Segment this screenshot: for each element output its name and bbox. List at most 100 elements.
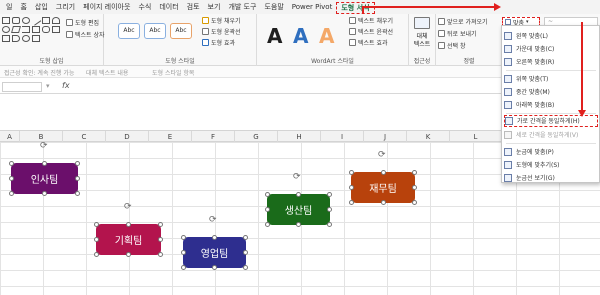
wordart-preset-1[interactable]: A: [267, 24, 282, 48]
brace-shape-icon[interactable]: [32, 35, 40, 42]
resize-handle[interactable]: [181, 265, 186, 270]
resize-handle[interactable]: [265, 192, 270, 197]
tab-shape-format[interactable]: 도형 서식: [336, 1, 375, 14]
resize-handle[interactable]: [327, 192, 332, 197]
menu-item-align-middle[interactable]: 중간 맞춤(M): [504, 86, 598, 98]
resize-handle[interactable]: [412, 170, 417, 175]
resize-handle[interactable]: [265, 222, 270, 227]
shape-style-preset-2[interactable]: Abc: [144, 23, 166, 39]
fx-icon[interactable]: fx: [62, 81, 70, 90]
resize-handle[interactable]: [9, 161, 14, 166]
tab-developer[interactable]: 개발 도구: [224, 0, 260, 14]
resize-handle[interactable]: [243, 235, 248, 240]
team-box[interactable]: 영업팀: [183, 237, 246, 268]
team-box[interactable]: 재무팀: [351, 172, 415, 203]
text-outline-button[interactable]: 텍스트 윤곽선: [349, 27, 393, 36]
resize-handle[interactable]: [126, 252, 131, 257]
shape-style-preset-1[interactable]: Abc: [118, 23, 140, 39]
flowchart-shape-icon[interactable]: [12, 35, 20, 42]
wordart-preset-2[interactable]: A: [293, 24, 308, 48]
menu-item-align-left[interactable]: 왼쪽 맞춤(L): [504, 30, 598, 42]
line-shape-icon[interactable]: [30, 15, 42, 26]
parallelogram-shape-icon[interactable]: [11, 26, 21, 33]
resize-handle[interactable]: [158, 252, 163, 257]
resize-handle[interactable]: [94, 237, 99, 242]
resize-handle[interactable]: [349, 200, 354, 205]
rotate-handle-icon[interactable]: ⟳: [378, 150, 386, 160]
resize-handle[interactable]: [327, 222, 332, 227]
resize-handle[interactable]: [42, 161, 47, 166]
shape-effects-button[interactable]: 도형 효과: [202, 38, 235, 47]
menu-item-align-center[interactable]: 가운데 맞춤(C): [504, 43, 598, 55]
name-box[interactable]: [2, 82, 42, 92]
tab-data[interactable]: 데이터: [155, 0, 182, 14]
tab-file[interactable]: 일: [2, 0, 16, 14]
resize-handle[interactable]: [181, 250, 186, 255]
text-effects-button[interactable]: 텍스트 효과: [349, 38, 388, 47]
resize-handle[interactable]: [9, 176, 14, 181]
resize-handle[interactable]: [381, 200, 386, 205]
resize-handle[interactable]: [412, 200, 417, 205]
menu-item-view-gridlines[interactable]: 눈금선 보기(G): [504, 172, 598, 184]
textbox-shape-icon[interactable]: [42, 17, 50, 24]
arc-shape-icon[interactable]: [52, 17, 60, 24]
resize-handle[interactable]: [75, 176, 80, 181]
rotate-handle-icon[interactable]: ⟳: [124, 202, 132, 212]
resize-handle[interactable]: [327, 207, 332, 212]
shape-outline-button[interactable]: 도형 윤곽선: [202, 27, 241, 36]
shape-fill-button[interactable]: 도형 채우기: [202, 16, 241, 25]
resize-handle[interactable]: [158, 237, 163, 242]
resize-handle[interactable]: [75, 161, 80, 166]
wordart-preset-3[interactable]: A: [319, 24, 334, 48]
callout-shape-icon[interactable]: [42, 26, 50, 33]
team-box[interactable]: 기획팀: [96, 224, 161, 255]
resize-handle[interactable]: [181, 235, 186, 240]
send-backward-button[interactable]: 뒤로 보내기: [438, 29, 477, 38]
resize-handle[interactable]: [265, 207, 270, 212]
rotate-handle-icon[interactable]: ⟳: [40, 141, 48, 151]
name-box-chevron-icon[interactable]: ▾: [46, 82, 50, 90]
smiley-shape-icon[interactable]: [22, 35, 30, 42]
rotate-handle-icon[interactable]: ⟳: [209, 215, 217, 225]
edit-shape-button[interactable]: 도형 편집: [66, 18, 99, 27]
menu-item-snap-to-shape[interactable]: 도형에 맞추기(S): [504, 159, 598, 171]
oval-shape-icon[interactable]: [22, 17, 30, 24]
resize-handle[interactable]: [212, 265, 217, 270]
tab-page-layout[interactable]: 페이지 레이아웃: [79, 0, 134, 14]
text-fill-button[interactable]: 텍스트 채우기: [349, 16, 393, 25]
tab-view[interactable]: 보기: [204, 0, 225, 14]
resize-handle[interactable]: [158, 222, 163, 227]
resize-handle[interactable]: [94, 222, 99, 227]
rotate-handle-icon[interactable]: ⟳: [293, 172, 301, 182]
resize-handle[interactable]: [126, 222, 131, 227]
resize-handle[interactable]: [381, 170, 386, 175]
resize-handle[interactable]: [243, 250, 248, 255]
tab-review[interactable]: 검토: [183, 0, 204, 14]
resize-handle[interactable]: [349, 185, 354, 190]
resize-handle[interactable]: [75, 191, 80, 196]
circle-shape-icon[interactable]: [2, 26, 10, 33]
rectangle-shape-icon[interactable]: [2, 17, 10, 24]
tab-insert[interactable]: 삽입: [31, 0, 52, 14]
alt-text-icon[interactable]: [414, 17, 430, 29]
bracket-shape-icon[interactable]: [22, 26, 30, 33]
resize-handle[interactable]: [9, 191, 14, 196]
rounded-rect-shape-icon[interactable]: [12, 17, 20, 24]
menu-item-align-bottom[interactable]: 아래쪽 맞춤(B): [504, 99, 598, 111]
resize-handle[interactable]: [243, 265, 248, 270]
tab-power-pivot[interactable]: Power Pivot: [288, 0, 337, 14]
menu-item-distribute-vertically[interactable]: 세로 간격을 동일하게(V): [504, 129, 598, 141]
resize-handle[interactable]: [212, 235, 217, 240]
resize-handle[interactable]: [349, 170, 354, 175]
menu-item-align-top[interactable]: 위쪽 맞춤(T): [504, 73, 598, 85]
resize-handle[interactable]: [296, 222, 301, 227]
tab-help[interactable]: 도움말: [260, 0, 287, 14]
selection-pane-button[interactable]: 선택 창: [438, 41, 465, 50]
resize-handle[interactable]: [42, 191, 47, 196]
chevron-shape-icon[interactable]: [2, 35, 10, 42]
resize-handle[interactable]: [94, 252, 99, 257]
bring-forward-button[interactable]: 앞으로 가져오기: [438, 17, 488, 26]
menu-item-align-right[interactable]: 오른쪽 맞춤(R): [504, 56, 598, 68]
menu-item-distribute-horizontally[interactable]: 가로 간격을 동일하게(H): [504, 115, 598, 127]
tab-formulas[interactable]: 수식: [134, 0, 155, 14]
